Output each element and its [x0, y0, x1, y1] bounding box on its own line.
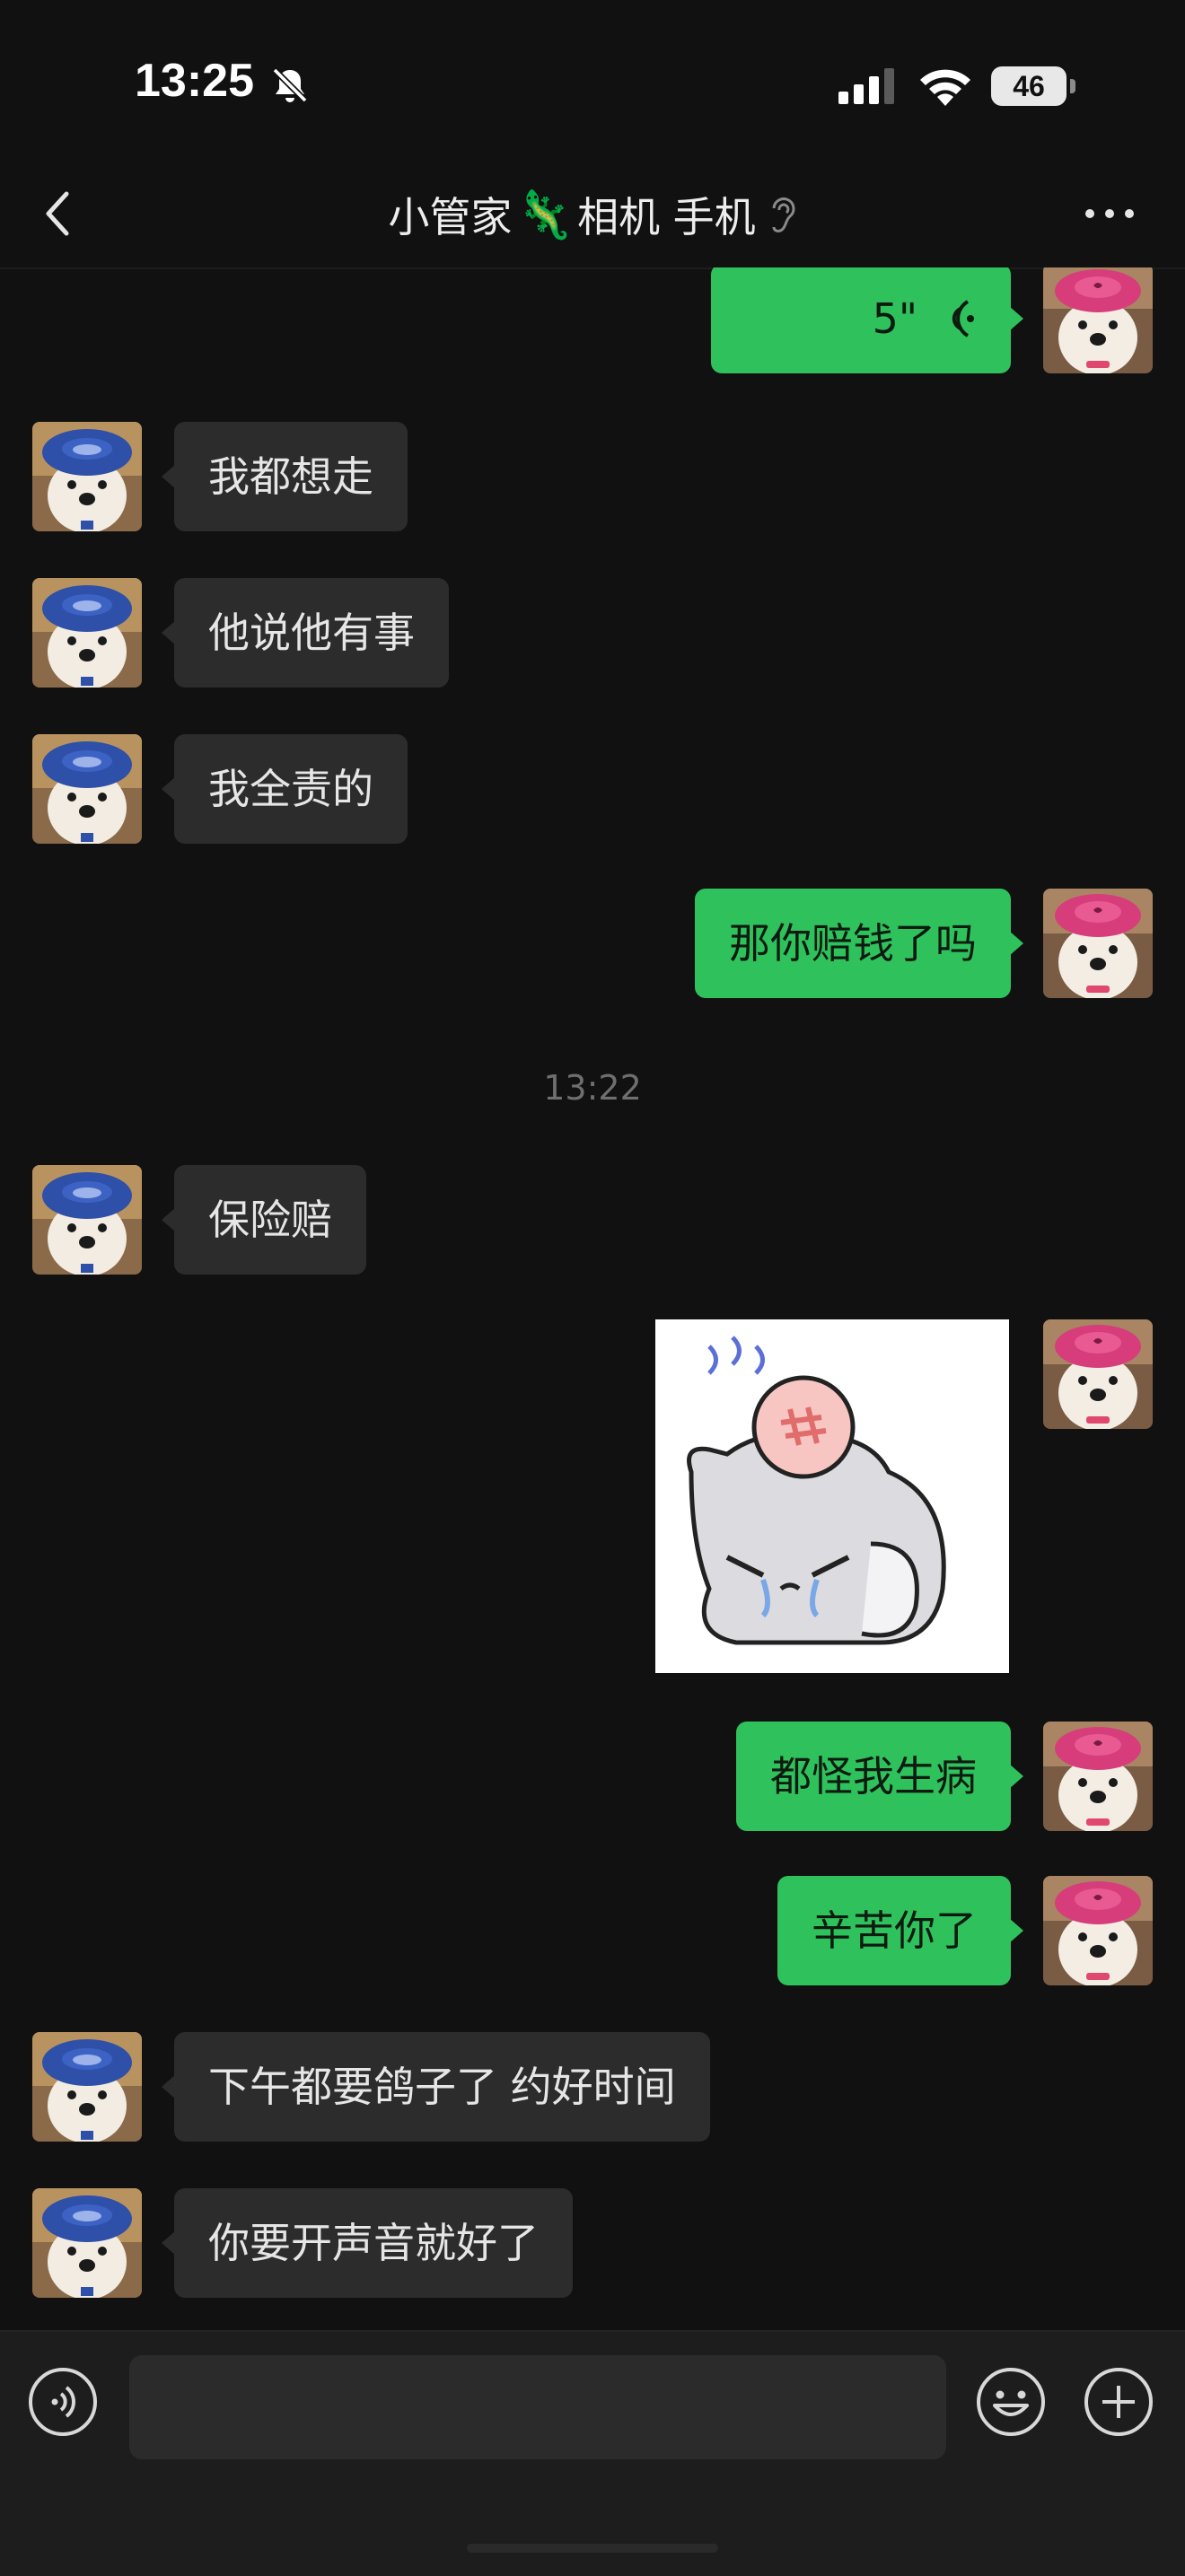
- more-icon[interactable]: [1083, 205, 1137, 223]
- signal-icon: [838, 68, 894, 104]
- ear-icon: [772, 197, 795, 232]
- status-bar: 13:25 46: [0, 0, 1185, 162]
- battery-icon: 46: [991, 66, 1075, 106]
- message-bubble[interactable]: 都怪我生病: [736, 1722, 1023, 1831]
- time-divider: 13:22: [543, 1068, 642, 1108]
- my-avatar[interactable]: [1043, 1876, 1153, 1985]
- sticker-message[interactable]: [655, 1319, 1009, 1673]
- contact-avatar[interactable]: [32, 422, 142, 531]
- home-indicator[interactable]: [467, 2544, 718, 2553]
- chat-title: 小管家 🦎 相机 手机: [0, 162, 1185, 267]
- voice-duration: 5": [872, 294, 917, 343]
- contact-avatar[interactable]: [32, 2032, 142, 2142]
- plus-icon[interactable]: [1083, 2366, 1154, 2438]
- chat-title-suffix: 相机 手机: [577, 193, 756, 241]
- message-bubble[interactable]: 你要开声音就好了: [162, 2188, 573, 2298]
- chat-header: 小管家 🦎 相机 手机: [0, 162, 1185, 269]
- contact-avatar[interactable]: [32, 2188, 142, 2298]
- contact-avatar[interactable]: [32, 578, 142, 688]
- message-bubble[interactable]: 我都想走: [162, 422, 408, 531]
- input-bar: [0, 2330, 1185, 2576]
- lizard-emoji: 🦎: [515, 188, 575, 242]
- status-time: 13:25: [135, 55, 254, 107]
- message-list[interactable]: 5" 我都想走 他说他有事 我全责的 那你赔钱了吗 13:22 保险赔 都怪我生…: [0, 267, 1185, 2330]
- wifi-icon: [920, 69, 970, 106]
- chat-title-name: 小管家: [388, 193, 513, 241]
- angry-cat-sticker: [655, 1319, 1009, 1673]
- my-avatar[interactable]: [1043, 1722, 1153, 1831]
- voice-message-bubble[interactable]: 5": [711, 267, 1023, 373]
- message-bubble[interactable]: 保险赔: [162, 1165, 366, 1275]
- message-bubble[interactable]: 下午都要鸽子了 约好时间: [162, 2032, 710, 2142]
- contact-avatar[interactable]: [32, 1165, 142, 1275]
- bell-off-icon: [272, 67, 308, 103]
- voice-wave-icon: [952, 300, 974, 337]
- message-bubble[interactable]: 我全责的: [162, 734, 408, 844]
- message-bubble[interactable]: 辛苦你了: [777, 1876, 1023, 1985]
- my-avatar[interactable]: [1043, 267, 1153, 373]
- message-bubble[interactable]: 他说他有事: [162, 578, 449, 688]
- battery-level: 46: [1013, 70, 1045, 102]
- emoji-icon[interactable]: [975, 2366, 1047, 2438]
- message-bubble[interactable]: 那你赔钱了吗: [695, 889, 1023, 998]
- message-input[interactable]: [129, 2355, 946, 2459]
- my-avatar[interactable]: [1043, 1319, 1153, 1429]
- voice-input-icon[interactable]: [27, 2366, 99, 2438]
- my-avatar[interactable]: [1043, 889, 1153, 998]
- contact-avatar[interactable]: [32, 734, 142, 844]
